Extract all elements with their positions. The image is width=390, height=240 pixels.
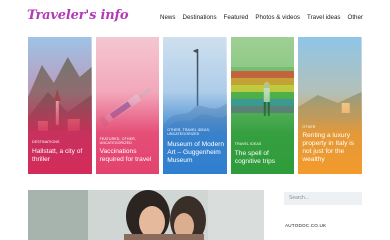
site-header: Traveler's info News Destinations Featur…: [0, 0, 390, 36]
featured-cards: Destinations Hallstatt, a city of thrill…: [28, 37, 362, 174]
card-category[interactable]: Featured, Other, Uncategorized: [100, 137, 156, 146]
hero-image[interactable]: [28, 190, 264, 240]
sidebar-link-autodoc[interactable]: AUTODOC.CO.UK: [285, 223, 326, 228]
card-title[interactable]: Museum of Modern Art – Guggenheim Museum: [167, 141, 225, 165]
nav-item-featured[interactable]: Featured: [224, 14, 249, 21]
card-category[interactable]: Other, Travel ideas, Uncategorized: [167, 128, 223, 137]
featured-card-cognitive-trips[interactable]: Travel ideas The spell of cognitive trip…: [230, 37, 295, 174]
card-title[interactable]: Hallstatt, a city of thriller: [32, 148, 90, 164]
card-title[interactable]: Vaccinations required for travel: [100, 148, 158, 164]
featured-card-hallstatt[interactable]: Destinations Hallstatt, a city of thrill…: [28, 37, 92, 174]
featured-card-luxury-property[interactable]: Other Renting a luxury property in Italy…: [298, 37, 362, 174]
nav-item-destinations[interactable]: Destinations: [182, 14, 216, 21]
card-title[interactable]: The spell of cognitive trips: [235, 150, 293, 166]
featured-card-vaccinations[interactable]: Featured, Other, Uncategorized Vaccinati…: [95, 37, 160, 174]
card-title[interactable]: Renting a luxury property in Italy is no…: [302, 132, 360, 164]
nav-item-travel-ideas[interactable]: Travel ideas: [307, 14, 340, 21]
card-category[interactable]: Other: [302, 125, 358, 129]
card-category[interactable]: Destinations: [32, 140, 88, 144]
card-category[interactable]: Travel ideas: [235, 142, 291, 146]
nav-item-other[interactable]: Other: [348, 14, 363, 21]
site-logo[interactable]: Traveler's info: [27, 8, 129, 23]
search-input[interactable]: Search...: [284, 192, 362, 205]
hero-photo-people: [28, 190, 264, 240]
main-nav: News Destinations Featured Photos & vide…: [160, 14, 363, 21]
nav-item-photos-videos[interactable]: Photos & videos: [255, 14, 300, 21]
nav-item-news[interactable]: News: [160, 14, 175, 21]
featured-card-guggenheim[interactable]: Other, Travel ideas, Uncategorized Museu…: [163, 37, 227, 174]
